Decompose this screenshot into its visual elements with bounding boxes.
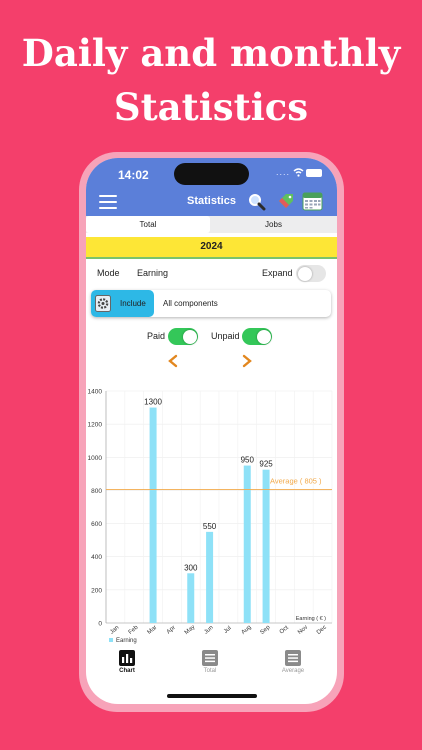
headline-line-1: Daily and monthly	[21, 31, 401, 75]
include-button[interactable]: Include	[91, 290, 154, 317]
year-bar[interactable]: 2024	[86, 237, 337, 259]
list-icon	[285, 650, 301, 666]
mode-label: Mode	[97, 268, 120, 278]
dynamic-island	[174, 163, 249, 185]
bottom-tab-total[interactable]: Total	[190, 650, 230, 674]
bottom-tab-total-label: Total	[203, 668, 217, 674]
calendar-icon[interactable]	[302, 191, 323, 211]
x-tick-label: Sep	[259, 624, 272, 636]
data-label: 925	[259, 460, 273, 469]
chevron-right-icon[interactable]	[241, 354, 253, 368]
home-indicator	[167, 694, 257, 698]
promo-headline: Daily and monthly Statistics	[0, 26, 422, 134]
bottom-tab-average[interactable]: Average	[273, 650, 313, 674]
paid-filter-row: Paid Unpaid	[86, 327, 337, 347]
wifi-icon	[293, 168, 304, 177]
axis-unit-label: Earning ( € )	[296, 616, 326, 622]
mode-value[interactable]: Earning	[137, 268, 168, 278]
y-tick-label: 1000	[88, 455, 103, 462]
x-tick-label: May	[184, 624, 197, 636]
legend-swatch	[109, 638, 113, 642]
legend-label: Earning	[116, 638, 137, 644]
x-tick-label: Aug	[241, 625, 253, 636]
bar	[206, 531, 214, 623]
list-icon	[202, 650, 218, 666]
segmented-tabs: Total Jobs	[86, 216, 337, 233]
status-time: 14:02	[118, 168, 149, 182]
y-tick-label: 1400	[88, 389, 103, 396]
x-tick-label: Apr	[166, 625, 177, 636]
x-tick-label: Oct	[279, 625, 290, 636]
y-tick-label: 200	[91, 587, 102, 594]
x-tick-label: Nov	[297, 625, 309, 636]
phone-screen: 14:02 .... Statistics Total Jobs 2024 Mo…	[86, 158, 337, 704]
chevron-left-icon[interactable]	[167, 354, 179, 368]
y-tick-label: 0	[98, 621, 102, 628]
tab-total[interactable]: Total	[86, 216, 210, 233]
search-icon[interactable]	[248, 193, 266, 211]
bottom-tab-chart-label: Chart	[119, 668, 135, 674]
unpaid-label: Unpaid	[211, 331, 240, 341]
expand-toggle[interactable]	[296, 265, 326, 282]
x-tick-label: Jul	[223, 625, 233, 635]
bar	[187, 573, 195, 623]
unpaid-toggle[interactable]	[242, 328, 272, 345]
bar	[262, 469, 270, 623]
data-label: 300	[184, 563, 198, 572]
bottom-tab-chart[interactable]: Chart	[107, 650, 147, 674]
y-tick-label: 800	[91, 488, 102, 495]
paid-toggle[interactable]	[168, 328, 198, 345]
signal-dots: ....	[276, 167, 291, 177]
bar	[149, 407, 157, 623]
mode-row: Mode Earning Expand	[86, 264, 337, 284]
y-tick-label: 600	[91, 521, 102, 528]
x-tick-label: Dec	[316, 625, 328, 636]
battery-icon	[306, 169, 322, 177]
bar-chart-icon	[119, 650, 135, 666]
app-header: 14:02 .... Statistics	[86, 158, 337, 216]
x-tick-label: Jun	[203, 625, 214, 636]
tab-jobs[interactable]: Jobs	[210, 216, 337, 233]
paid-label: Paid	[147, 331, 166, 341]
data-label: 950	[241, 456, 255, 465]
gear-icon	[95, 295, 111, 312]
x-tick-label: Feb	[128, 624, 140, 636]
bottom-tab-bar: Chart Total Average	[86, 650, 337, 680]
include-label: Include	[120, 299, 146, 308]
include-filter[interactable]: Include All components	[91, 290, 331, 317]
data-label: 1300	[144, 398, 162, 407]
earning-bar-chart: 0 200 400 600 800 1000 1200 1400 Jan Feb 1300 Mar Ap…	[88, 389, 333, 644]
x-tick-label: Mar	[147, 625, 159, 636]
x-tick-label: Jan	[109, 625, 120, 636]
components-label: All components	[163, 299, 218, 308]
bottom-tab-average-label: Average	[281, 668, 305, 674]
tag-icon[interactable]	[277, 192, 295, 210]
headline-line-2: Statistics	[113, 85, 309, 129]
data-label: 550	[203, 522, 217, 531]
y-tick-label: 1200	[88, 422, 103, 429]
y-tick-label: 400	[91, 554, 102, 561]
page-title: Statistics	[187, 195, 236, 207]
status-icons: ....	[276, 167, 326, 179]
expand-label: Expand	[262, 268, 293, 278]
average-label: Average ( 805 )	[270, 477, 322, 486]
